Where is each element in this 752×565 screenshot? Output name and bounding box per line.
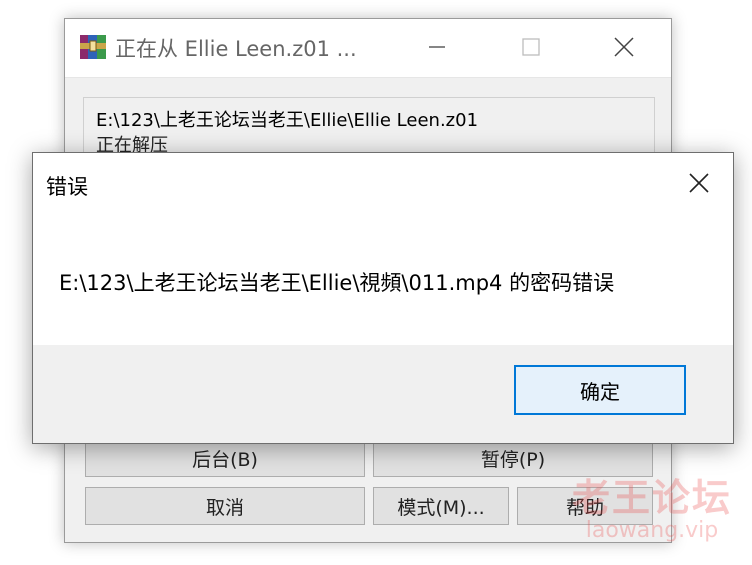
maximize-button[interactable] bbox=[511, 29, 551, 65]
mode-button[interactable]: 模式(M)... bbox=[373, 487, 509, 525]
archive-info-panel: E:\123\上老王论坛当老王\Ellie\Ellie Leen.z01 正在解… bbox=[83, 97, 655, 159]
winrar-app-icon bbox=[80, 35, 106, 59]
help-button[interactable]: 帮助 bbox=[517, 487, 653, 525]
error-dialog: 错误 E:\123\上老王论坛当老王\Ellie\視頻\011.mp4 的密码错… bbox=[32, 152, 734, 444]
error-message: E:\123\上老王论坛当老王\Ellie\視頻\011.mp4 的密码错误 bbox=[59, 271, 615, 295]
minimize-icon bbox=[429, 46, 445, 48]
background-button[interactable]: 后台(B) bbox=[85, 439, 365, 477]
close-button[interactable] bbox=[604, 29, 644, 65]
ok-button[interactable]: 确定 bbox=[514, 365, 686, 415]
close-icon bbox=[689, 173, 709, 193]
dialog-close-button[interactable] bbox=[677, 163, 721, 203]
pause-button[interactable]: 暂停(P) bbox=[373, 439, 653, 477]
window-title: 正在从 Ellie Leen.z01 ... bbox=[115, 37, 357, 61]
title-bar: 正在从 Ellie Leen.z01 ... bbox=[65, 19, 671, 78]
close-icon bbox=[614, 37, 634, 57]
maximize-icon bbox=[522, 38, 540, 56]
archive-path: E:\123\上老王论坛当老王\Ellie\Ellie Leen.z01 bbox=[96, 110, 479, 131]
minimize-button[interactable] bbox=[417, 29, 457, 65]
dialog-title: 错误 bbox=[46, 175, 88, 199]
cancel-button[interactable]: 取消 bbox=[85, 487, 365, 525]
dialog-footer: 确定 bbox=[33, 345, 733, 443]
